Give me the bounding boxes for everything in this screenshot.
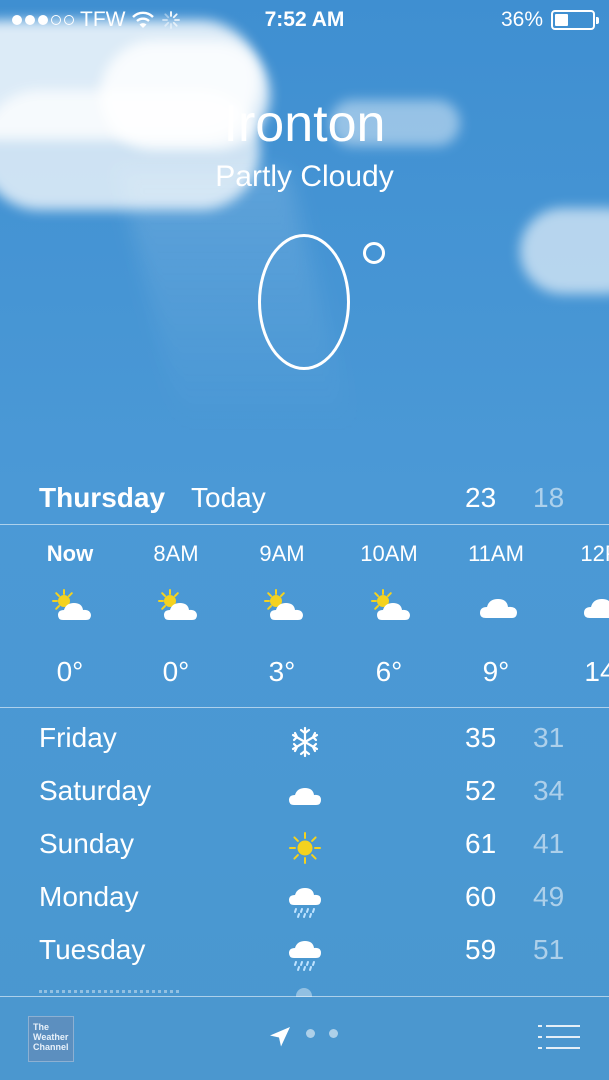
day-name: Friday <box>39 722 117 753</box>
hourly-item: Now 0° <box>20 526 120 706</box>
hour-temp: 6° <box>375 656 403 687</box>
snowflake-icon <box>286 724 324 760</box>
partly-cloudy-icon <box>369 588 415 624</box>
cloud-icon <box>580 588 609 624</box>
page-dot[interactable] <box>306 1029 315 1038</box>
daily-row: Saturday 52 34 <box>0 775 609 828</box>
day-low: 34 <box>533 775 565 806</box>
today-high: 23 <box>465 482 497 513</box>
day-high: 35 <box>465 722 497 753</box>
hourly-forecast[interactable]: Now 0° 8AM 0° 9AM 3° 10AM 6° 11AM 9° 12P… <box>0 526 609 706</box>
day-name: Saturday <box>39 775 152 806</box>
weather-channel-logo[interactable]: The Weather Channel <box>28 1016 74 1062</box>
hour-label: 9AM <box>259 541 305 566</box>
hour-label: 12P <box>580 541 609 566</box>
day-low: 41 <box>533 828 565 859</box>
today-summary: Thursday Today 23 18 <box>0 482 609 522</box>
hourly-item: 8AM 0° <box>126 526 226 706</box>
current-temperature <box>0 220 609 390</box>
day-name: Tuesday <box>39 934 146 965</box>
hour-temp: 9° <box>482 656 510 687</box>
hourly-item: 12P 14 <box>550 526 609 706</box>
hour-temp: 0° <box>56 656 84 687</box>
daily-row: Sunday 61 41 <box>0 828 609 881</box>
day-low: 49 <box>533 881 565 912</box>
daily-forecast[interactable]: Friday 35 31 Saturday 52 34 Sunday 61 41… <box>0 722 609 987</box>
day-high: 61 <box>465 828 497 859</box>
partly-cloudy-icon <box>262 588 308 624</box>
bottom-toolbar: The Weather Channel <box>0 997 609 1080</box>
today-label: Today <box>191 482 266 513</box>
today-day-name: Thursday <box>39 482 166 513</box>
daily-row: Monday 60 49 <box>0 881 609 934</box>
day-low: 31 <box>533 722 565 753</box>
day-name: Monday <box>39 881 139 912</box>
hour-label: 10AM <box>360 541 418 566</box>
hourly-item: 9AM 3° <box>232 526 332 706</box>
hour-temp: 3° <box>268 656 296 687</box>
partly-cloudy-icon <box>50 588 96 624</box>
cloud-icon <box>286 777 324 813</box>
day-low: 51 <box>533 934 565 965</box>
hourly-item: 11AM 9° <box>446 526 546 706</box>
hour-label: 8AM <box>153 541 199 566</box>
today-low: 18 <box>533 482 565 513</box>
hour-temp: 14 <box>584 656 609 687</box>
day-high: 60 <box>465 881 497 912</box>
day-high: 59 <box>465 934 497 965</box>
rain-cloud-icon <box>286 883 324 919</box>
location-arrow-icon[interactable] <box>268 1025 292 1049</box>
city-name: Ironton <box>223 95 386 153</box>
cloud-icon <box>476 588 522 624</box>
divider <box>0 524 609 525</box>
hour-label: 11AM <box>468 541 524 566</box>
day-high: 52 <box>465 775 497 806</box>
divider <box>0 707 609 708</box>
rain-cloud-icon <box>286 936 324 972</box>
battery-icon <box>551 10 599 30</box>
page-dot[interactable] <box>329 1029 338 1038</box>
day-name: Sunday <box>39 828 134 859</box>
list-icon[interactable] <box>538 1023 580 1051</box>
hourly-item: 10AM 6° <box>339 526 439 706</box>
hour-label: Now <box>46 541 94 566</box>
daily-row: Friday 35 31 <box>0 722 609 775</box>
status-bar: TFW 7:52 AM 36% <box>0 0 609 40</box>
sun-icon <box>286 830 324 866</box>
daily-row: Tuesday 59 51 <box>0 934 609 987</box>
weather-condition: Partly Cloudy <box>215 160 394 193</box>
battery-percent: 36% <box>500 8 543 31</box>
hour-temp: 0° <box>162 656 190 687</box>
partly-cloudy-icon <box>156 588 202 624</box>
